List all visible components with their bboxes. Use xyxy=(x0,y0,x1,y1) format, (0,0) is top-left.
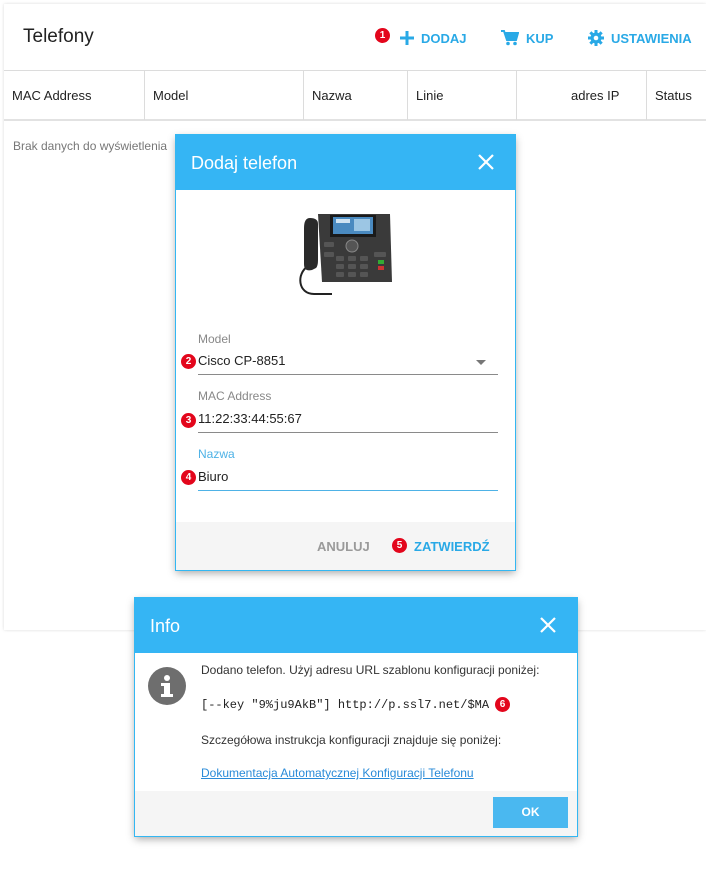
empty-table-message: Brak danych do wyświetlenia xyxy=(13,139,168,153)
phone-image xyxy=(299,214,392,295)
name-label: Nazwa xyxy=(198,447,235,461)
add-button-label: DODAJ xyxy=(421,30,467,46)
annotation-badge-6: 6 xyxy=(495,697,510,712)
cart-icon xyxy=(501,30,519,46)
plus-icon xyxy=(400,31,414,45)
name-underline xyxy=(198,490,498,491)
chevron-down-icon[interactable] xyxy=(476,360,486,365)
ok-button[interactable]: OK xyxy=(493,797,568,828)
page-header: Telefony 1 DODAJ KUP USTAWIENIA xyxy=(4,4,706,70)
dialog-footer: ANULUJ 5 ZATWIERDŹ xyxy=(176,522,515,570)
column-header-lines[interactable]: Linie xyxy=(408,71,517,120)
buy-button[interactable]: KUP xyxy=(501,28,553,48)
name-field[interactable]: Biuro xyxy=(198,469,228,484)
dialog-header: Info xyxy=(135,598,577,653)
dialog-footer: OK xyxy=(135,791,577,836)
mac-address-field[interactable]: 11:22:33:44:55:67 xyxy=(198,411,302,426)
close-icon[interactable] xyxy=(539,616,557,634)
model-underline xyxy=(198,374,498,375)
info-dialog: Info Dodano telefon. Użyj adresu URL sza… xyxy=(135,598,577,836)
add-phone-dialog: Dodaj telefon Model 2 Cisco CP-8851 MAC … xyxy=(176,135,515,570)
model-label: Model xyxy=(198,332,231,346)
column-header-name[interactable]: Nazwa xyxy=(304,71,408,120)
info-instruction: Szczegółowa instrukcja konfiguracji znaj… xyxy=(201,733,502,747)
column-header-model[interactable]: Model xyxy=(145,71,304,120)
close-icon[interactable] xyxy=(477,153,495,171)
mac-address-underline xyxy=(198,432,498,433)
confirm-button[interactable]: ZATWIERDŹ xyxy=(414,539,490,554)
dialog-header: Dodaj telefon xyxy=(176,135,515,190)
mac-address-label: MAC Address xyxy=(198,389,272,403)
model-select[interactable]: Cisco CP-8851 xyxy=(198,353,285,368)
annotation-badge-5: 5 xyxy=(392,538,407,553)
column-header-status[interactable]: Status xyxy=(647,71,706,120)
dialog-title: Dodaj telefon xyxy=(191,153,298,173)
info-icon xyxy=(148,667,186,705)
buy-button-label: KUP xyxy=(526,30,554,46)
info-message: Dodano telefon. Użyj adresu URL szablonu… xyxy=(201,663,540,677)
annotation-badge-3: 3 xyxy=(181,413,196,428)
gear-icon xyxy=(588,30,604,46)
page-title: Telefony xyxy=(23,26,94,47)
config-url[interactable]: [--key "9%ju9AkB"] http://p.ssl7.net/$MA xyxy=(201,698,489,712)
documentation-link[interactable]: Dokumentacja Automatycznej Konfiguracji … xyxy=(201,766,474,780)
annotation-badge-2: 2 xyxy=(181,354,196,369)
settings-button[interactable]: USTAWIENIA xyxy=(588,28,692,48)
settings-button-label: USTAWIENIA xyxy=(611,30,692,46)
dialog-title: Info xyxy=(150,616,181,636)
column-header-mac[interactable]: MAC Address xyxy=(4,71,145,120)
cancel-button[interactable]: ANULUJ xyxy=(317,539,370,554)
column-header-ip[interactable]: adres IP xyxy=(517,71,647,120)
table-header: MAC Address Model Nazwa Linie adres IP S… xyxy=(4,70,706,121)
annotation-badge-4: 4 xyxy=(181,470,196,485)
add-button[interactable]: DODAJ xyxy=(400,28,467,48)
annotation-badge-1: 1 xyxy=(375,28,390,43)
